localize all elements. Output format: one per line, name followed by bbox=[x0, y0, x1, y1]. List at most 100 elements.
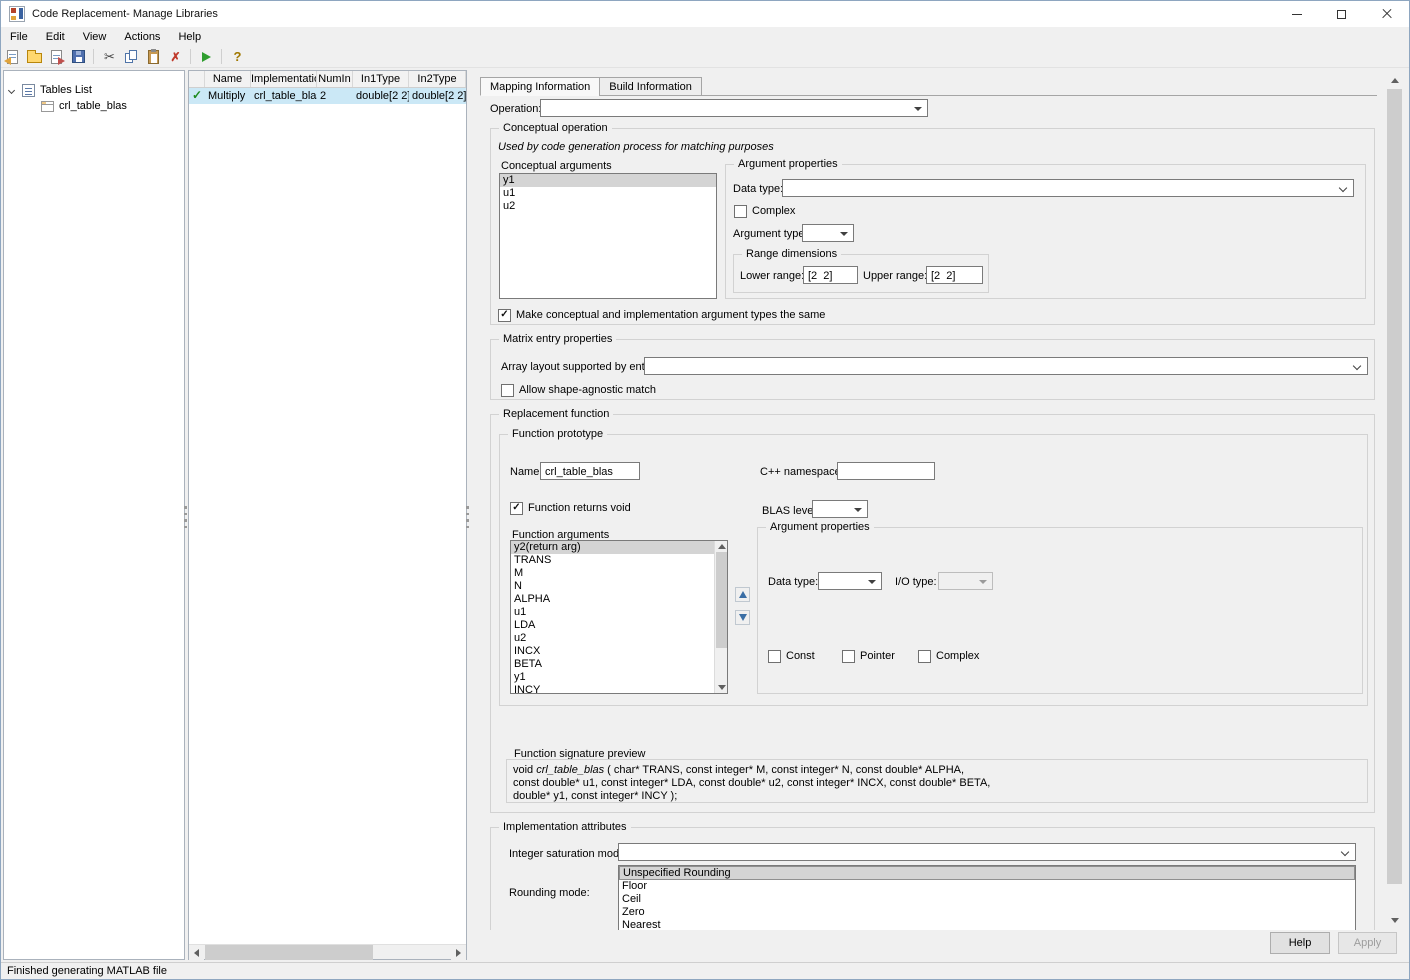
save-table-button[interactable] bbox=[68, 47, 89, 67]
menu-item-view[interactable]: View bbox=[74, 29, 116, 45]
paste-button[interactable] bbox=[143, 47, 164, 67]
fn-data-type-select[interactable]: void bbox=[818, 572, 882, 590]
const-checkbox[interactable] bbox=[768, 650, 781, 663]
table-row[interactable]: ✓ Multiply crl_table_blas 2 double[2 2] … bbox=[189, 88, 466, 104]
conceptual-argument-item[interactable]: y1 bbox=[500, 174, 716, 187]
function-argument-item[interactable]: LDA bbox=[511, 619, 727, 632]
cell-name[interactable]: Multiply bbox=[205, 88, 251, 104]
saturation-mode-select[interactable]: Unspecified Saturation bbox=[618, 843, 1356, 861]
rounding-option[interactable]: Ceil bbox=[619, 893, 1355, 906]
help-button[interactable]: Help bbox=[1270, 932, 1330, 954]
array-layout-select[interactable]: Column-major bbox=[644, 357, 1368, 375]
close-button[interactable] bbox=[1364, 1, 1409, 27]
function-argument-item[interactable]: y2(return arg) bbox=[511, 541, 727, 554]
same-types-checkbox[interactable]: ✓ bbox=[498, 309, 511, 322]
column-header-in1type[interactable]: In1Type bbox=[353, 71, 409, 87]
pointer-checkbox[interactable] bbox=[842, 650, 855, 663]
conceptual-argument-item[interactable]: u1 bbox=[500, 187, 716, 200]
column-header-in2type[interactable]: In2Type bbox=[409, 71, 466, 87]
function-argument-item[interactable]: TRANS bbox=[511, 554, 727, 567]
move-down-button[interactable] bbox=[735, 610, 750, 625]
shape-agnostic-checkbox[interactable] bbox=[501, 384, 514, 397]
copy-button[interactable] bbox=[121, 47, 142, 67]
returns-void-checkbox[interactable]: ✓ bbox=[510, 502, 523, 515]
blas-level-select[interactable]: 2 (vector) bbox=[812, 500, 868, 518]
right-splitter-handle[interactable] bbox=[466, 506, 469, 532]
data-type-select[interactable]: double bbox=[782, 179, 1354, 197]
conceptual-operation-group: Conceptual operation Used by code genera… bbox=[490, 122, 1375, 325]
function-argument-item[interactable]: INCX bbox=[511, 645, 727, 658]
horizontal-scrollbar[interactable] bbox=[189, 944, 466, 960]
conceptual-argument-item[interactable]: u2 bbox=[500, 200, 716, 213]
open-table-button[interactable] bbox=[24, 47, 45, 67]
column-header-name[interactable]: Name bbox=[205, 71, 251, 87]
menu-item-file[interactable]: File bbox=[1, 29, 37, 45]
scroll-right-icon bbox=[456, 948, 461, 957]
function-argument-item[interactable]: u2 bbox=[511, 632, 727, 645]
tree-root-row[interactable]: Tables List bbox=[7, 83, 92, 97]
new-table-button[interactable] bbox=[2, 47, 23, 67]
column-header-implementation[interactable]: Implementation bbox=[251, 71, 317, 87]
tree-root-label[interactable]: Tables List bbox=[40, 84, 92, 96]
move-up-button[interactable] bbox=[735, 587, 750, 602]
function-arguments-listbox[interactable]: y2(return arg) TRANS M N ALPHA u1 LDA u2… bbox=[510, 540, 728, 694]
function-argument-item[interactable]: INCY bbox=[511, 684, 727, 693]
help-toolbar-button[interactable]: ? bbox=[227, 47, 248, 67]
list-scroll-up-button[interactable] bbox=[716, 541, 727, 552]
function-argument-item[interactable]: N bbox=[511, 580, 727, 593]
lower-range-field[interactable]: [2 2] bbox=[803, 266, 858, 284]
column-header-status[interactable] bbox=[189, 71, 205, 87]
list-scroll-down-button[interactable] bbox=[716, 682, 727, 693]
fn-complex-checkbox[interactable] bbox=[918, 650, 931, 663]
list-vertical-scrollbar[interactable] bbox=[714, 541, 727, 693]
complex-checkbox[interactable] bbox=[734, 205, 747, 218]
cell-in2type[interactable]: double[2 2] bbox=[409, 88, 466, 104]
cpp-namespace-field[interactable] bbox=[837, 462, 935, 480]
function-argument-item[interactable]: y1 bbox=[511, 671, 727, 684]
signature-prefix: void bbox=[513, 764, 537, 776]
rounding-mode-listbox[interactable]: Unspecified Rounding Floor Ceil Zero Nea… bbox=[618, 865, 1356, 930]
cut-button[interactable]: ✂ bbox=[99, 47, 120, 67]
minimize-button[interactable] bbox=[1274, 1, 1319, 27]
argument-type-select[interactable]: Matrix bbox=[802, 224, 854, 242]
left-splitter-handle[interactable] bbox=[184, 506, 187, 532]
tab-mapping-information[interactable]: Mapping Information bbox=[480, 77, 601, 96]
rounding-option[interactable]: Unspecified Rounding bbox=[619, 866, 1355, 880]
rounding-option[interactable]: Floor bbox=[619, 880, 1355, 893]
maximize-button[interactable] bbox=[1319, 1, 1364, 27]
function-argument-item[interactable]: M bbox=[511, 567, 727, 580]
scroll-left-button[interactable] bbox=[189, 945, 204, 960]
scroll-down-button[interactable] bbox=[1387, 913, 1402, 928]
function-argument-item[interactable]: u1 bbox=[511, 606, 727, 619]
scrollbar-thumb[interactable] bbox=[205, 945, 373, 960]
add-table-button[interactable] bbox=[46, 47, 67, 67]
rounding-option[interactable]: Nearest bbox=[619, 919, 1355, 930]
function-argument-item[interactable]: BETA bbox=[511, 658, 727, 671]
rounding-option[interactable]: Zero bbox=[619, 906, 1355, 919]
delete-button[interactable]: ✗ bbox=[165, 47, 186, 67]
function-argument-item[interactable]: ALPHA bbox=[511, 593, 727, 606]
cell-numin[interactable]: 2 bbox=[317, 88, 353, 104]
tree-expand-chevron-icon[interactable] bbox=[7, 86, 16, 94]
menu-item-actions[interactable]: Actions bbox=[115, 29, 169, 45]
scroll-right-button[interactable] bbox=[451, 945, 466, 960]
vertical-scrollbar[interactable] bbox=[1387, 73, 1402, 928]
conceptual-arguments-listbox[interactable]: y1 u1 u2 bbox=[499, 173, 717, 299]
entries-table-panel: Name Implementation NumIn In1Type In2Typ… bbox=[188, 70, 467, 960]
scrollbar-thumb[interactable] bbox=[1387, 89, 1402, 884]
validate-button[interactable] bbox=[196, 47, 217, 67]
operation-select[interactable]: Multiply bbox=[540, 99, 928, 117]
scroll-up-button[interactable] bbox=[1387, 73, 1402, 88]
tab-build-information[interactable]: Build Information bbox=[599, 77, 702, 96]
function-name-field[interactable]: crl_table_blas bbox=[540, 462, 640, 480]
column-header-numin[interactable]: NumIn bbox=[317, 71, 353, 87]
cell-in1type[interactable]: double[2 2] bbox=[353, 88, 409, 104]
tree-item-crl-table-blas[interactable]: crl_table_blas bbox=[41, 99, 127, 113]
menu-item-help[interactable]: Help bbox=[169, 29, 210, 45]
list-scrollbar-thumb[interactable] bbox=[716, 552, 727, 648]
menu-item-edit[interactable]: Edit bbox=[37, 29, 74, 45]
upper-range-field[interactable]: [2 2] bbox=[926, 266, 983, 284]
cell-implementation[interactable]: crl_table_blas bbox=[251, 88, 317, 104]
tree-item-label[interactable]: crl_table_blas bbox=[59, 100, 127, 112]
tab-bar: Mapping Information Build Information bbox=[480, 77, 702, 96]
